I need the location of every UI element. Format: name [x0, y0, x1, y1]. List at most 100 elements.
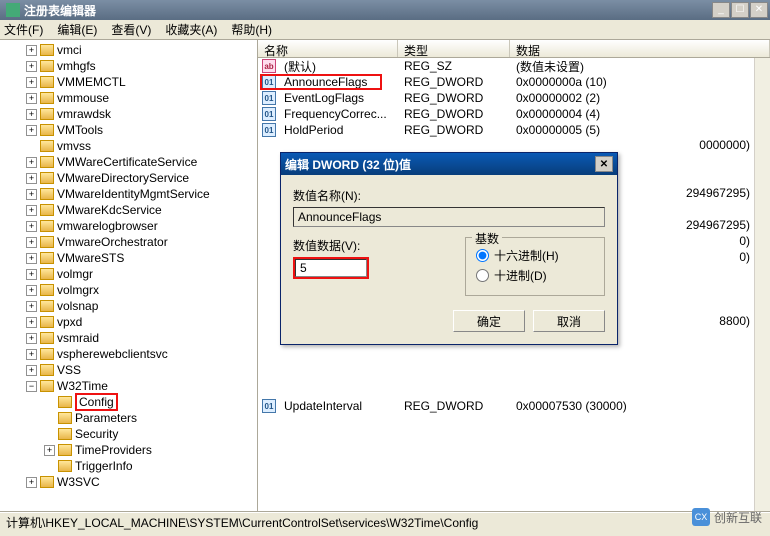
tree-item[interactable]: +W3SVC	[0, 474, 257, 490]
tree-expander-icon[interactable]: +	[26, 365, 37, 376]
tree-item[interactable]: +TimeProviders	[0, 442, 257, 458]
tree-item[interactable]: +VSS	[0, 362, 257, 378]
statusbar: 计算机\HKEY_LOCAL_MACHINE\SYSTEM\CurrentCon…	[0, 512, 770, 532]
tree-item[interactable]: vmvss	[0, 138, 257, 154]
tree-item[interactable]: +vmmouse	[0, 90, 257, 106]
col-data-header[interactable]: 数据	[510, 40, 770, 57]
close-button[interactable]: ✕	[750, 2, 768, 18]
radio-hex[interactable]	[476, 249, 489, 262]
tree-item[interactable]: + volmgr	[0, 266, 257, 282]
tree-item[interactable]: +volmgrx	[0, 282, 257, 298]
menu-edit[interactable]: 编辑(E)	[57, 21, 97, 38]
tree-item[interactable]: +volsnap	[0, 298, 257, 314]
tree-expander-icon[interactable]: +	[26, 237, 37, 248]
tree-item[interactable]: +VMMEMCTL	[0, 74, 257, 90]
list-row[interactable]: ab(默认)REG_SZ(数值未设置)	[258, 58, 770, 74]
tree-item[interactable]: +VMwareDirectoryService	[0, 170, 257, 186]
tree-expander-icon[interactable]: +	[26, 189, 37, 200]
dialog-close-button[interactable]: ✕	[595, 156, 613, 172]
radio-dec[interactable]	[476, 269, 489, 282]
string-value-icon: ab	[262, 59, 276, 73]
value-data: 0x00000005 (5)	[510, 123, 770, 137]
tree-item[interactable]: +VMwareKdcService	[0, 202, 257, 218]
value-type: REG_DWORD	[398, 91, 510, 105]
menu-view[interactable]: 查看(V)	[111, 21, 151, 38]
tree-expander-icon[interactable]: +	[26, 173, 37, 184]
tree-item[interactable]: +vpxd	[0, 314, 257, 330]
tree-expander-icon[interactable]: +	[26, 477, 37, 488]
folder-icon	[40, 76, 54, 88]
value-data: 0x00000004 (4)	[510, 107, 770, 121]
tree-item[interactable]: +VMWareCertificateService	[0, 154, 257, 170]
tree-expander-icon[interactable]: +	[26, 61, 37, 72]
tree-expander-icon[interactable]: +	[26, 253, 37, 264]
list-row[interactable]: 01AnnounceFlagsREG_DWORD0x0000000a (10)	[258, 74, 770, 90]
tree-expander-icon[interactable]: +	[26, 109, 37, 120]
tree-item[interactable]: +vmhgfs	[0, 58, 257, 74]
tree-item[interactable]: +vsmraid	[0, 330, 257, 346]
tree-expander-icon[interactable]: +	[26, 317, 37, 328]
tree-expander-icon[interactable]: +	[26, 157, 37, 168]
tree-item[interactable]: −W32Time	[0, 378, 257, 394]
tree-item[interactable]: +vmwarelogbrowser	[0, 218, 257, 234]
list-row[interactable]: 01HoldPeriodREG_DWORD0x00000005 (5)	[258, 122, 770, 138]
tree-item-label: volmgr	[57, 267, 93, 281]
list-row[interactable]: 01UpdateIntervalREG_DWORD0x00007530 (300…	[258, 398, 770, 414]
value-name: HoldPeriod	[278, 123, 398, 137]
list-row[interactable]: 01EventLogFlagsREG_DWORD0x00000002 (2)	[258, 90, 770, 106]
folder-icon	[40, 332, 54, 344]
tree-item[interactable]: +VMTools	[0, 122, 257, 138]
data-field-input[interactable]	[295, 259, 367, 277]
tree-expander-icon[interactable]: +	[26, 269, 37, 280]
tree-panel[interactable]: +vmci+vmhgfs+VMMEMCTL+vmmouse+vmrawdsk+V…	[0, 40, 258, 511]
app-icon	[6, 3, 20, 17]
value-name: UpdateInterval	[278, 399, 398, 413]
tree-item[interactable]: + vmci	[0, 42, 257, 58]
tree-expander-icon[interactable]: +	[26, 301, 37, 312]
tree-expander-icon[interactable]: +	[26, 221, 37, 232]
dialog-titlebar[interactable]: 编辑 DWORD (32 位)值 ✕	[281, 153, 617, 175]
data-field-highlight	[293, 257, 369, 279]
data-field-label: 数值数据(V):	[293, 237, 451, 254]
folder-icon	[40, 268, 54, 280]
value-data: 0x00000002 (2)	[510, 91, 770, 105]
tree-item[interactable]: Config	[0, 394, 257, 410]
value-name: EventLogFlags	[278, 91, 398, 105]
tree-expander-icon[interactable]: +	[26, 93, 37, 104]
tree-item[interactable]: +VMwareIdentityMgmtService	[0, 186, 257, 202]
tree-expander-icon[interactable]: +	[26, 45, 37, 56]
menu-file[interactable]: 文件(F)	[4, 21, 43, 38]
tree-expander-icon[interactable]: +	[26, 125, 37, 136]
tree-item[interactable]: Parameters	[0, 410, 257, 426]
col-name-header[interactable]: 名称	[258, 40, 398, 57]
list-scrollbar[interactable]	[754, 58, 770, 511]
tree-item[interactable]: +vspherewebclientsvc	[0, 346, 257, 362]
tree-expander-icon[interactable]: −	[26, 381, 37, 392]
list-row[interactable]: 01FrequencyCorrec...REG_DWORD0x00000004 …	[258, 106, 770, 122]
ok-button[interactable]: 确定	[453, 310, 525, 332]
folder-icon	[40, 220, 54, 232]
maximize-button[interactable]: ☐	[731, 2, 749, 18]
folder-icon	[40, 124, 54, 136]
value-name: AnnounceFlags	[278, 75, 398, 89]
tree-item-label: vmci	[57, 43, 82, 57]
tree-item[interactable]: +VMwareSTS	[0, 250, 257, 266]
tree-expander-icon[interactable]: +	[26, 285, 37, 296]
tree-expander-icon[interactable]: +	[26, 333, 37, 344]
tree-item[interactable]: +vmrawdsk	[0, 106, 257, 122]
col-type-header[interactable]: 类型	[398, 40, 510, 57]
tree-item[interactable]: +VmwareOrchestrator	[0, 234, 257, 250]
folder-icon	[58, 412, 72, 424]
menu-help[interactable]: 帮助(H)	[231, 21, 272, 38]
tree-expander-icon[interactable]: +	[26, 205, 37, 216]
tree-expander-icon[interactable]: +	[44, 445, 55, 456]
tree-expander-icon[interactable]: +	[26, 349, 37, 360]
minimize-button[interactable]: _	[712, 2, 730, 18]
radix-group: 基数 十六进制(H) 十进制(D)	[465, 237, 605, 296]
menu-favorites[interactable]: 收藏夹(A)	[165, 21, 217, 38]
tree-expander-icon[interactable]: +	[26, 77, 37, 88]
tree-item[interactable]: TriggerInfo	[0, 458, 257, 474]
cancel-button[interactable]: 取消	[533, 310, 605, 332]
folder-icon	[40, 92, 54, 104]
tree-item[interactable]: Security	[0, 426, 257, 442]
